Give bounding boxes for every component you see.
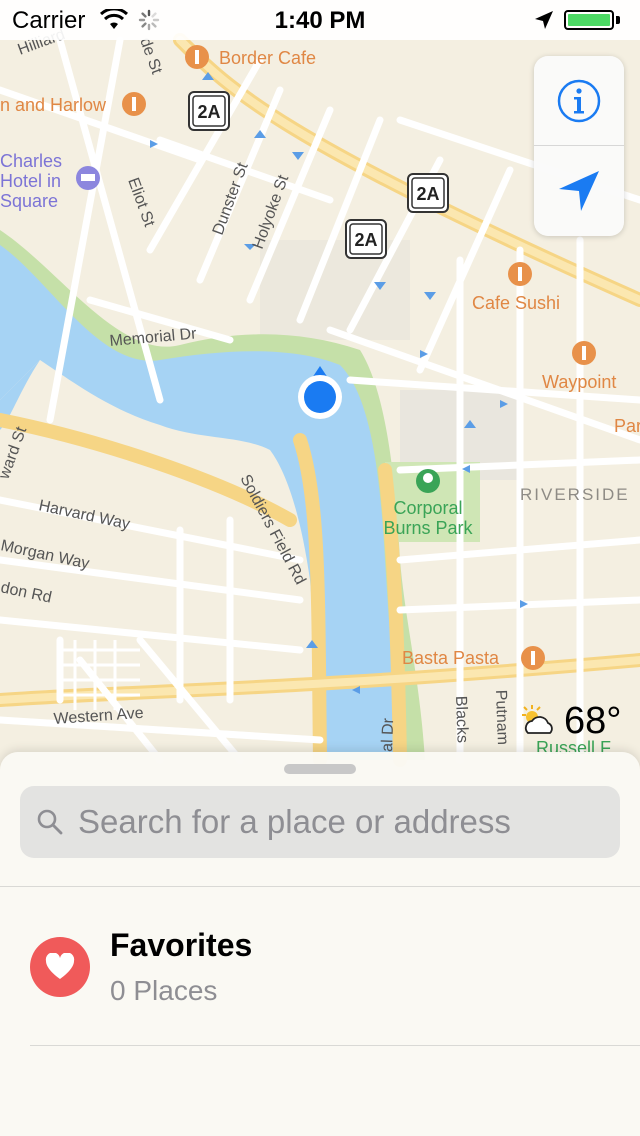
poi-label-waypoint[interactable]: Waypoint	[542, 372, 616, 392]
info-icon	[557, 79, 601, 122]
poi-label-charles-hotel[interactable]: Charles	[0, 151, 62, 171]
street-label-al-dr: al Dr	[379, 717, 397, 752]
neighborhood-label-riverside: RIVERSIDE	[520, 485, 630, 504]
map-controls	[534, 56, 624, 236]
battery-nub	[616, 16, 620, 24]
screen: 2A 2A 2A Border Cafe n and Harlow Cafe S…	[0, 0, 640, 1136]
location-arrow-icon	[559, 171, 599, 211]
poi-label-border-cafe[interactable]: Border Cafe	[219, 48, 316, 68]
weather-widget[interactable]: 68°	[518, 694, 634, 748]
poi-label-charles-hotel[interactable]: Square	[0, 191, 58, 211]
route-shield-label: 2A	[416, 184, 439, 204]
bottom-sheet[interactable]: Favorites 0 Places	[0, 752, 640, 1136]
poi-label-basta-pasta[interactable]: Basta Pasta	[402, 648, 500, 668]
partly-cloudy-icon	[522, 705, 553, 734]
route-shield-label: 2A	[197, 102, 220, 122]
poi-label-cafe-sushi[interactable]: Cafe Sushi	[472, 293, 560, 313]
battery-icon	[564, 10, 614, 30]
heart-icon	[45, 953, 75, 979]
location-services-icon	[535, 11, 553, 29]
park-label-corporal-burns[interactable]: Burns Park	[383, 518, 473, 538]
favorites-heart-badge	[30, 937, 90, 997]
park-label-corporal-burns[interactable]: Corporal	[393, 498, 462, 518]
street-label-blacks: Blacks	[452, 696, 471, 744]
search-icon	[37, 809, 63, 835]
street-label-putnam: Putnam	[492, 690, 511, 746]
divider	[30, 1045, 640, 1046]
tracking-button[interactable]	[534, 146, 624, 236]
map-info-button[interactable]	[534, 56, 624, 146]
favorites-count: 0 Places	[110, 975, 218, 1006]
poi-label-par[interactable]: Par	[614, 416, 640, 436]
search-input[interactable]	[78, 803, 598, 841]
weather-temperature: 68°	[564, 699, 622, 742]
favorites-row[interactable]: Favorites 0 Places	[0, 887, 640, 1045]
route-shield-label: 2A	[354, 230, 377, 250]
favorites-title: Favorites	[110, 927, 253, 963]
status-bar: Carrier 1:40 PM	[0, 0, 640, 40]
search-bar[interactable]	[20, 786, 620, 858]
poi-label-harlow[interactable]: n and Harlow	[0, 95, 107, 115]
sheet-grabber-handle[interactable]	[284, 764, 356, 774]
poi-label-charles-hotel[interactable]: Hotel in	[0, 171, 61, 191]
